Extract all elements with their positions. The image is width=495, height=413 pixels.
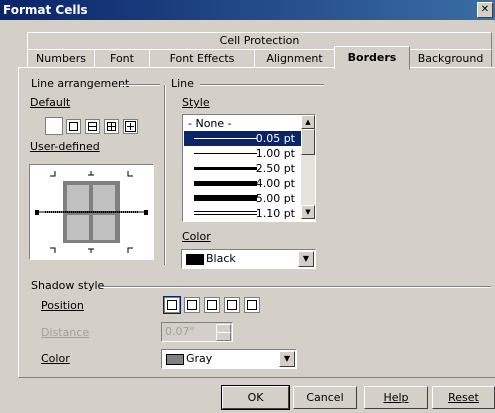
line-sample xyxy=(194,138,257,139)
user-defined-label: User-defined xyxy=(30,140,100,153)
title-bar: Format Cells ✕ xyxy=(0,0,495,20)
line-sample xyxy=(194,153,257,154)
shadow-color-label: Color xyxy=(41,352,70,365)
border-preview-drawing xyxy=(35,171,148,253)
shadow-style-label: Shadow style xyxy=(31,279,105,292)
tab-numbers[interactable]: Numbers xyxy=(27,49,95,69)
position-label: Position xyxy=(41,299,84,312)
cancel-button[interactable]: Cancel xyxy=(293,386,357,409)
tab-borders[interactable]: Borders xyxy=(334,46,410,70)
line-sample xyxy=(194,181,257,186)
line-style-4-00pt[interactable]: 4.00 pt xyxy=(184,176,301,191)
close-icon[interactable]: ✕ xyxy=(477,2,493,18)
color-swatch xyxy=(186,254,204,265)
reset-button-label: Reset xyxy=(448,391,479,404)
line-style-none[interactable]: - None - xyxy=(184,116,301,131)
default-label: Default xyxy=(30,96,71,109)
window-title: Format Cells xyxy=(3,3,88,17)
tab-font[interactable]: Font xyxy=(94,49,150,69)
chevron-down-icon[interactable]: ▼ xyxy=(279,351,295,367)
border-preview[interactable] xyxy=(29,164,154,260)
list-item-label: 2.50 pt xyxy=(255,162,295,175)
help-button-label: Help xyxy=(383,391,409,404)
list-item-label: - None - xyxy=(188,117,232,130)
shadow-top-right-icon[interactable] xyxy=(204,297,220,313)
ok-button[interactable]: OK xyxy=(221,385,290,410)
help-button[interactable]: Help xyxy=(364,386,428,409)
line-style-0-05pt[interactable]: 0.05 pt xyxy=(184,131,301,146)
list-item-label: 5.00 pt xyxy=(255,192,295,205)
list-item-label: 0.05 pt xyxy=(255,132,295,145)
tab-cell-protection[interactable]: Cell Protection xyxy=(27,32,492,50)
list-item-label: 4.00 pt xyxy=(255,177,295,190)
divider xyxy=(120,84,160,86)
shadow-color-dropdown[interactable]: Gray ▼ xyxy=(161,349,297,369)
shadow-none-icon[interactable] xyxy=(163,296,181,314)
divider xyxy=(164,85,166,265)
list-item-label: 1.00 pt xyxy=(255,147,295,160)
preset-all-borders-icon[interactable] xyxy=(104,119,119,134)
distance-label: Distance xyxy=(41,326,90,339)
line-style-list[interactable]: - None - 0.05 pt 1.00 pt 2.50 pt 4.00 pt… xyxy=(182,114,316,222)
line-sample xyxy=(194,195,257,201)
style-label: Style xyxy=(182,96,210,109)
shadow-bottom-left-icon[interactable] xyxy=(224,297,240,313)
preset-top-bottom-icon[interactable] xyxy=(85,119,100,134)
color-swatch xyxy=(166,354,184,365)
divider xyxy=(200,84,324,86)
line-color-label: Color xyxy=(182,230,211,243)
distance-spinner[interactable]: 0.07" xyxy=(161,322,233,342)
shadow-bottom-right-icon[interactable] xyxy=(184,297,200,313)
preset-outer-inner-icon[interactable] xyxy=(123,119,138,134)
divider xyxy=(101,286,491,288)
line-style-2-50pt[interactable]: 2.50 pt xyxy=(184,161,301,176)
line-arrangement-label: Line arrangement xyxy=(31,77,130,90)
line-sample xyxy=(194,211,257,212)
tab-font-effects[interactable]: Font Effects xyxy=(149,49,255,69)
line-style-1-00pt[interactable]: 1.00 pt xyxy=(184,146,301,161)
preset-none-icon[interactable] xyxy=(45,117,63,135)
preset-box-icon[interactable] xyxy=(66,119,81,134)
shadow-top-left-icon[interactable] xyxy=(244,297,260,313)
tab-background[interactable]: Background xyxy=(409,49,492,69)
line-color-dropdown[interactable]: Black ▼ xyxy=(181,249,316,269)
line-style-1-10pt[interactable]: 1.10 pt xyxy=(184,206,301,221)
line-sample xyxy=(194,214,257,215)
line-color-value: Black xyxy=(206,252,236,265)
scroll-up-icon[interactable]: ▲ xyxy=(301,115,315,129)
line-sample xyxy=(194,167,257,170)
line-style-scrollbar[interactable]: ▲ ▼ xyxy=(301,115,315,219)
scroll-down-icon[interactable]: ▼ xyxy=(301,205,315,219)
spin-down-icon[interactable] xyxy=(216,332,231,341)
scroll-thumb[interactable] xyxy=(301,129,315,155)
line-style-5-00pt[interactable]: 5.00 pt xyxy=(184,191,301,206)
chevron-down-icon[interactable]: ▼ xyxy=(298,251,314,267)
tab-alignment[interactable]: Alignment xyxy=(254,49,335,69)
reset-button[interactable]: Reset xyxy=(432,386,495,409)
list-item-label: 1.10 pt xyxy=(255,207,295,220)
line-group-label: Line xyxy=(171,77,194,90)
shadow-color-value: Gray xyxy=(186,352,213,365)
distance-value: 0.07" xyxy=(165,325,195,338)
